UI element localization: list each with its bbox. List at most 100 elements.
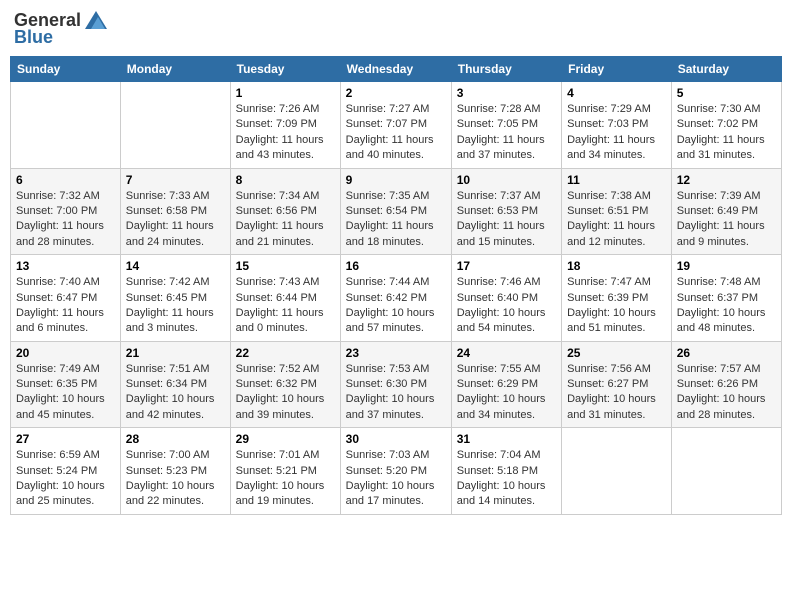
- calendar-cell: 2 Sunrise: 7:27 AMSunset: 7:07 PMDaylight…: [340, 82, 451, 169]
- day-number: 21: [126, 346, 225, 360]
- logo-icon: [85, 11, 107, 29]
- calendar-cell: 30 Sunrise: 7:03 AMSunset: 5:20 PMDayligh…: [340, 428, 451, 515]
- calendar-cell: 28 Sunrise: 7:00 AMSunset: 5:23 PMDayligh…: [120, 428, 230, 515]
- day-info: Sunrise: 7:35 AMSunset: 6:54 PMDaylight:…: [346, 189, 446, 251]
- page-header: General Blue: [10, 10, 782, 48]
- day-number: 3: [457, 86, 556, 100]
- calendar-cell: [120, 82, 230, 169]
- day-number: 24: [457, 346, 556, 360]
- day-info: Sunrise: 7:42 AMSunset: 6:45 PMDaylight:…: [126, 275, 225, 337]
- calendar-cell: 22 Sunrise: 7:52 AMSunset: 6:32 PMDayligh…: [230, 341, 340, 428]
- day-number: 2: [346, 86, 446, 100]
- calendar-cell: 1Sunrise: 7:26 AMSunset: 7:09 PMDaylight…: [230, 82, 340, 169]
- calendar-cell: 19Sunrise: 7:48 AMSunset: 6:37 PMDayligh…: [671, 255, 781, 342]
- day-info: Sunrise: 7:34 AMSunset: 6:56 PMDaylight:…: [236, 189, 335, 251]
- calendar-cell: 16 Sunrise: 7:44 AMSunset: 6:42 PMDayligh…: [340, 255, 451, 342]
- day-number: 8: [236, 173, 335, 187]
- calendar-cell: 13Sunrise: 7:40 AMSunset: 6:47 PMDayligh…: [11, 255, 121, 342]
- day-info: Sunrise: 7:44 AMSunset: 6:42 PMDaylight:…: [346, 275, 446, 337]
- day-number: 11: [567, 173, 666, 187]
- day-info: Sunrise: 6:59 AMSunset: 5:24 PMDaylight:…: [16, 448, 115, 510]
- day-info: Sunrise: 7:38 AMSunset: 6:51 PMDaylight:…: [567, 189, 666, 251]
- day-number: 4: [567, 86, 666, 100]
- day-number: 12: [677, 173, 776, 187]
- day-info: Sunrise: 7:03 AMSunset: 5:20 PMDaylight:…: [346, 448, 446, 510]
- day-number: 26: [677, 346, 776, 360]
- day-number: 14: [126, 259, 225, 273]
- day-info: Sunrise: 7:30 AMSunset: 7:02 PMDaylight:…: [677, 102, 776, 164]
- day-number: 23: [346, 346, 446, 360]
- day-of-week-header: Monday: [120, 57, 230, 82]
- day-number: 27: [16, 432, 115, 446]
- day-of-week-header: Tuesday: [230, 57, 340, 82]
- calendar-cell: 21 Sunrise: 7:51 AMSunset: 6:34 PMDayligh…: [120, 341, 230, 428]
- day-info: Sunrise: 7:04 AMSunset: 5:18 PMDaylight:…: [457, 448, 556, 510]
- calendar-week-row: 13Sunrise: 7:40 AMSunset: 6:47 PMDayligh…: [11, 255, 782, 342]
- calendar-week-row: 27 Sunrise: 6:59 AMSunset: 5:24 PMDayligh…: [11, 428, 782, 515]
- day-number: 6: [16, 173, 115, 187]
- day-info: Sunrise: 7:27 AMSunset: 7:07 PMDaylight:…: [346, 102, 446, 164]
- day-info: Sunrise: 7:01 AMSunset: 5:21 PMDaylight:…: [236, 448, 335, 510]
- calendar-cell: 26 Sunrise: 7:57 AMSunset: 6:26 PMDayligh…: [671, 341, 781, 428]
- calendar-cell: 3 Sunrise: 7:28 AMSunset: 7:05 PMDaylight…: [451, 82, 561, 169]
- logo-blue: Blue: [14, 27, 53, 48]
- day-number: 9: [346, 173, 446, 187]
- day-info: Sunrise: 7:33 AMSunset: 6:58 PMDaylight:…: [126, 189, 225, 251]
- calendar-cell: 25 Sunrise: 7:56 AMSunset: 6:27 PMDayligh…: [562, 341, 672, 428]
- calendar-cell: 18 Sunrise: 7:47 AMSunset: 6:39 PMDayligh…: [562, 255, 672, 342]
- calendar-cell: [671, 428, 781, 515]
- calendar-cell: 27 Sunrise: 6:59 AMSunset: 5:24 PMDayligh…: [11, 428, 121, 515]
- day-info: Sunrise: 7:46 AMSunset: 6:40 PMDaylight:…: [457, 275, 556, 337]
- day-info: Sunrise: 7:32 AMSunset: 7:00 PMDaylight:…: [16, 189, 115, 251]
- calendar-cell: 24 Sunrise: 7:55 AMSunset: 6:29 PMDayligh…: [451, 341, 561, 428]
- calendar-cell: 5 Sunrise: 7:30 AMSunset: 7:02 PMDaylight…: [671, 82, 781, 169]
- day-info: Sunrise: 7:52 AMSunset: 6:32 PMDaylight:…: [236, 362, 335, 424]
- day-of-week-header: Saturday: [671, 57, 781, 82]
- day-number: 17: [457, 259, 556, 273]
- day-info: Sunrise: 7:28 AMSunset: 7:05 PMDaylight:…: [457, 102, 556, 164]
- day-of-week-header: Sunday: [11, 57, 121, 82]
- day-number: 25: [567, 346, 666, 360]
- day-number: 5: [677, 86, 776, 100]
- calendar-cell: 9 Sunrise: 7:35 AMSunset: 6:54 PMDaylight…: [340, 168, 451, 255]
- calendar-header-row: SundayMondayTuesdayWednesdayThursdayFrid…: [11, 57, 782, 82]
- calendar-cell: [562, 428, 672, 515]
- calendar-cell: 20Sunrise: 7:49 AMSunset: 6:35 PMDayligh…: [11, 341, 121, 428]
- day-info: Sunrise: 7:55 AMSunset: 6:29 PMDaylight:…: [457, 362, 556, 424]
- day-number: 30: [346, 432, 446, 446]
- calendar-cell: 29Sunrise: 7:01 AMSunset: 5:21 PMDayligh…: [230, 428, 340, 515]
- calendar-cell: 4 Sunrise: 7:29 AMSunset: 7:03 PMDaylight…: [562, 82, 672, 169]
- calendar-cell: 10Sunrise: 7:37 AMSunset: 6:53 PMDayligh…: [451, 168, 561, 255]
- day-number: 31: [457, 432, 556, 446]
- calendar-cell: 31 Sunrise: 7:04 AMSunset: 5:18 PMDayligh…: [451, 428, 561, 515]
- day-number: 10: [457, 173, 556, 187]
- day-of-week-header: Thursday: [451, 57, 561, 82]
- calendar-cell: 6 Sunrise: 7:32 AMSunset: 7:00 PMDaylight…: [11, 168, 121, 255]
- day-info: Sunrise: 7:48 AMSunset: 6:37 PMDaylight:…: [677, 275, 776, 337]
- day-info: Sunrise: 7:49 AMSunset: 6:35 PMDaylight:…: [16, 362, 115, 424]
- day-info: Sunrise: 7:51 AMSunset: 6:34 PMDaylight:…: [126, 362, 225, 424]
- day-info: Sunrise: 7:47 AMSunset: 6:39 PMDaylight:…: [567, 275, 666, 337]
- day-info: Sunrise: 7:29 AMSunset: 7:03 PMDaylight:…: [567, 102, 666, 164]
- calendar-table: SundayMondayTuesdayWednesdayThursdayFrid…: [10, 56, 782, 515]
- day-info: Sunrise: 7:53 AMSunset: 6:30 PMDaylight:…: [346, 362, 446, 424]
- calendar-cell: 11 Sunrise: 7:38 AMSunset: 6:51 PMDayligh…: [562, 168, 672, 255]
- day-number: 18: [567, 259, 666, 273]
- calendar-cell: 14 Sunrise: 7:42 AMSunset: 6:45 PMDayligh…: [120, 255, 230, 342]
- calendar-cell: [11, 82, 121, 169]
- day-number: 22: [236, 346, 335, 360]
- day-number: 1: [236, 86, 335, 100]
- day-info: Sunrise: 7:43 AMSunset: 6:44 PMDaylight:…: [236, 275, 335, 337]
- day-number: 28: [126, 432, 225, 446]
- calendar-week-row: 6 Sunrise: 7:32 AMSunset: 7:00 PMDaylight…: [11, 168, 782, 255]
- calendar-cell: 17 Sunrise: 7:46 AMSunset: 6:40 PMDayligh…: [451, 255, 561, 342]
- logo: General Blue: [14, 10, 107, 48]
- day-of-week-header: Friday: [562, 57, 672, 82]
- day-number: 7: [126, 173, 225, 187]
- calendar-cell: 8 Sunrise: 7:34 AMSunset: 6:56 PMDaylight…: [230, 168, 340, 255]
- day-info: Sunrise: 7:56 AMSunset: 6:27 PMDaylight:…: [567, 362, 666, 424]
- day-info: Sunrise: 7:00 AMSunset: 5:23 PMDaylight:…: [126, 448, 225, 510]
- day-number: 15: [236, 259, 335, 273]
- day-number: 16: [346, 259, 446, 273]
- day-info: Sunrise: 7:57 AMSunset: 6:26 PMDaylight:…: [677, 362, 776, 424]
